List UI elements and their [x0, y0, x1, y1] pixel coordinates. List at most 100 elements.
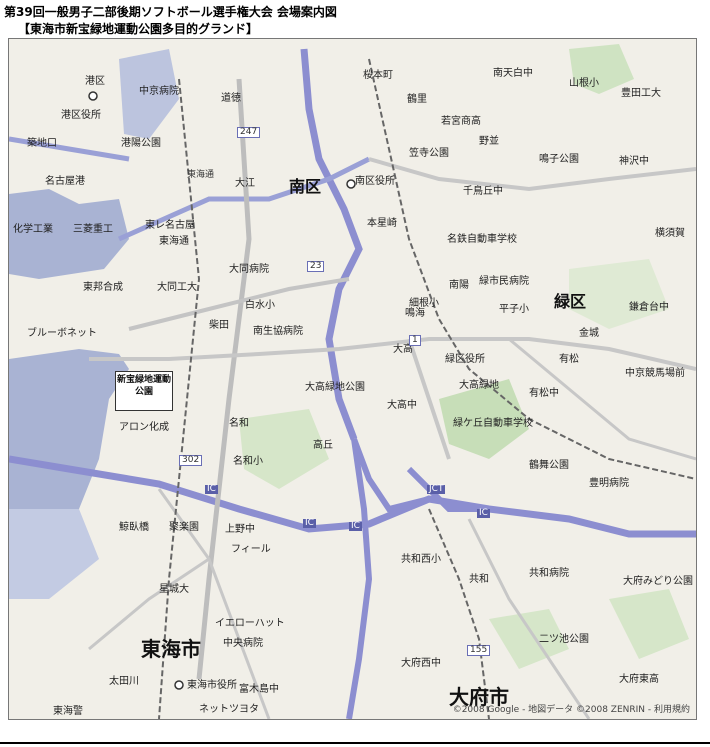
water-area [9, 509, 99, 599]
place-label: 有松 [559, 354, 579, 365]
place-label: 中京競馬場前 [625, 368, 685, 379]
place-label: ネットツヨタ [199, 704, 259, 715]
place-label: 鳴海 [405, 308, 425, 319]
major-road [88, 557, 210, 651]
place-label: 大府東高 [619, 674, 659, 685]
place-label: 鳴子公園 [539, 154, 579, 165]
place-label: 東レ名古屋 [145, 220, 195, 231]
place-label: 金城 [579, 328, 599, 339]
place-label: 名和小 [233, 456, 263, 467]
place-label: 東海市役所 [187, 680, 237, 691]
place-label: 柴田 [209, 320, 229, 331]
place-label: 高丘 [313, 440, 333, 451]
road-number-shield: 1 [409, 335, 421, 346]
venue-marker[interactable]: 新宝緑地運動公園 [115, 371, 173, 411]
place-label: イエローハット [215, 618, 285, 629]
place-label: 港区 [85, 76, 105, 87]
place-label: 有松中 [529, 388, 559, 399]
place-label: 富木島中 [239, 684, 279, 695]
district-label: 南区 [289, 177, 322, 196]
place-label: 二ツ池公園 [539, 634, 589, 645]
place-label: 港区役所 [61, 110, 101, 121]
place-label: 東邦合成 [83, 282, 123, 293]
office-marker [346, 179, 356, 189]
place-label: 南陽 [449, 280, 469, 291]
place-label: 本星崎 [367, 218, 397, 229]
park-area [609, 589, 689, 659]
place-label: 上野中 [225, 524, 255, 535]
page-title: 第39回一般男子二部後期ソフトボール選手権大会 会場案内図 [4, 5, 337, 19]
place-label: 平子小 [499, 304, 529, 315]
road-number-shield: 23 [307, 261, 325, 272]
major-road [196, 78, 252, 680]
place-label: 横須賀 [655, 228, 685, 239]
office-marker [174, 680, 184, 690]
station-marker [88, 91, 98, 101]
district-label: 東海市 [141, 637, 201, 661]
place-label: 山根小 [569, 78, 599, 89]
place-label: 三菱重工 [73, 224, 113, 235]
place-label: 大高緑地 [459, 380, 499, 391]
place-label: 笠寺公園 [409, 148, 449, 159]
place-label: 鎌倉台中 [629, 302, 669, 313]
place-label: 東海通 [159, 236, 189, 247]
place-label: 共和西小 [401, 554, 441, 565]
road-number-shield: 247 [237, 127, 261, 138]
place-label: 緑ケ丘自動車学校 [453, 418, 533, 429]
place-label: 大高 [393, 344, 413, 355]
place-label: 中京病院 [139, 86, 179, 97]
place-label: 南区役所 [355, 176, 395, 187]
road-number-shield: 155 [467, 645, 491, 656]
road-number-shield: 302 [179, 455, 203, 466]
place-label: 豊明病院 [589, 478, 629, 489]
place-label: 港陽公園 [121, 138, 161, 149]
place-label: 鶴里 [407, 94, 427, 105]
expressway [300, 48, 363, 441]
place-label: 緑市民病院 [479, 276, 529, 287]
place-label: 豊田工大 [621, 88, 661, 99]
place-label: 大同病院 [229, 264, 269, 275]
place-label: 緑区役所 [445, 354, 485, 365]
place-label: ブルーボネット [27, 328, 97, 339]
page-subtitle: 【東海市新宝緑地運動公園多目的グランド】 [18, 22, 259, 36]
place-label: 大府西中 [401, 658, 441, 669]
water-area [9, 349, 129, 509]
place-label: 桜本町 [363, 70, 393, 81]
place-label: 共和病院 [529, 568, 569, 579]
place-label: 野並 [479, 136, 499, 147]
place-label: 名鉄自動車学校 [447, 234, 517, 245]
place-label: 南天白中 [493, 68, 533, 79]
map-canvas [9, 44, 696, 719]
expressway [346, 438, 373, 719]
place-label: 聚楽園 [169, 522, 199, 533]
place-label: 星城大 [159, 584, 189, 595]
place-label: 鶴舞公園 [529, 460, 569, 471]
place-label: 共和 [469, 574, 489, 585]
place-label: 太田川 [109, 676, 139, 687]
place-label: 道徳 [221, 93, 241, 104]
place-label: 東海警 [53, 706, 83, 717]
place-label: 名和 [229, 418, 249, 429]
place-label: 神沢中 [619, 156, 649, 167]
interchange-marker: IC [205, 484, 218, 494]
map-copyright: ©2008 Google - 地図データ ©2008 ZENRIN - 利用規約 [452, 705, 690, 715]
place-label: フィール [231, 544, 271, 555]
place-label: 鯨臥橋 [119, 522, 149, 533]
place-label: 大高中 [387, 400, 417, 411]
place-label: 白水小 [245, 300, 275, 311]
place-label: 化学工業 [13, 224, 53, 235]
map-view[interactable]: 新宝緑地運動公園 南区 緑区 東海市 大府市 港区 港区役所 築地口 港陽公園 … [8, 38, 697, 720]
major-road [508, 337, 696, 461]
divider [0, 742, 710, 744]
interchange-marker: IC [303, 518, 316, 528]
interchange-marker: IC [349, 521, 362, 531]
district-label: 緑区 [554, 292, 587, 311]
place-label: アロン化成 [119, 422, 169, 433]
place-label: 大府みどり公園 [623, 576, 693, 587]
place-label: 中央病院 [223, 638, 263, 649]
place-label: 南生協病院 [253, 326, 303, 337]
place-label: 築地口 [27, 138, 57, 149]
place-label: 大同工大 [157, 282, 197, 293]
place-label: 名古屋港 [45, 176, 85, 187]
road-label: 東海通 [187, 170, 215, 180]
